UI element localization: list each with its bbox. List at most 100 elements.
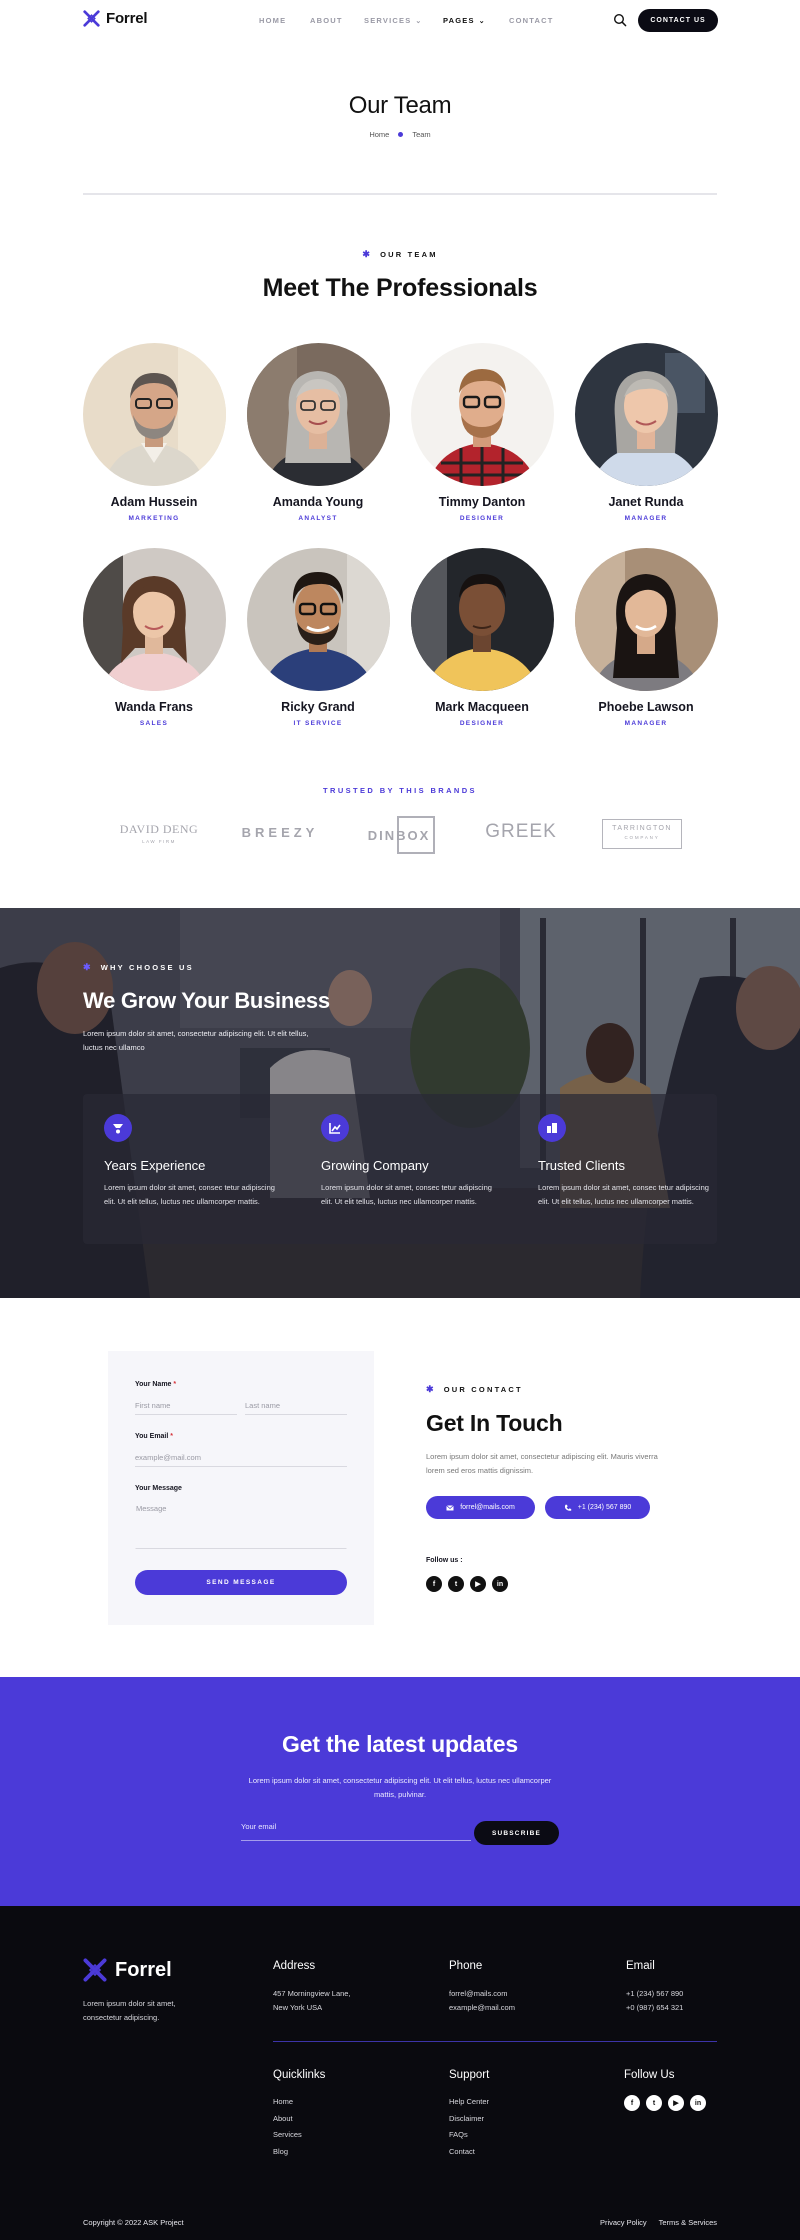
subscribe-button[interactable]: SUBSCRIBE <box>474 1821 559 1845</box>
team-member-card[interactable]: Phoebe Lawson MANAGER <box>566 548 726 727</box>
member-role: DESIGNER <box>459 515 505 522</box>
follow-us-label: Follow us : <box>426 1557 463 1564</box>
send-message-button[interactable]: SEND MESSAGE <box>135 1570 347 1595</box>
team-tag-label: OUR TEAM <box>380 250 438 259</box>
member-role: MANAGER <box>624 515 668 522</box>
team-section-tag: ✱ OUR TEAM <box>0 249 800 260</box>
address-line: New York USA <box>273 2003 323 2012</box>
footer-logo[interactable]: Forrel <box>83 1958 172 1982</box>
footer-link-faqs[interactable]: FAQs <box>449 2130 489 2139</box>
breadcrumb-home[interactable]: Home <box>369 130 389 139</box>
message-textarea[interactable] <box>135 1503 347 1549</box>
team-member-card[interactable]: Wanda Frans SALES <box>74 548 234 727</box>
last-name-input[interactable] <box>245 1401 347 1415</box>
team-member-card[interactable]: Adam Hussein MARKETING <box>74 343 234 522</box>
nav-home[interactable]: HOME <box>259 16 310 25</box>
footer-link-disclaimer[interactable]: Disclaimer <box>449 2114 489 2123</box>
footer-link-help-center[interactable]: Help Center <box>449 2097 489 2106</box>
nav-services[interactable]: SERVICES ⌄ <box>364 16 443 25</box>
facebook-icon[interactable]: f <box>624 2095 640 2111</box>
star-icon: ✱ <box>362 249 373 259</box>
contact-tag-label: OUR CONTACT <box>443 1385 523 1394</box>
footer-link-services[interactable]: Services <box>273 2130 302 2139</box>
address-title: Address <box>273 1960 316 1972</box>
nav-pages-label: PAGES <box>443 16 475 25</box>
feature-text: Lorem ipsum dolor sit amet, consec tetur… <box>321 1183 492 1206</box>
email-line[interactable]: +0 (987) 654 321 <box>626 2001 683 2015</box>
footer-link-blog[interactable]: Blog <box>273 2147 302 2156</box>
member-photo <box>246 343 390 486</box>
search-icon[interactable] <box>613 13 627 27</box>
footer-social-links: f t ▶ in <box>624 2095 706 2111</box>
email-line[interactable]: +1 (234) 567 890 <box>626 1987 683 2001</box>
nav-home-label: HOME <box>259 16 287 25</box>
brand-logo-david-deng: DAVID DENG LAW FIRM <box>117 822 201 844</box>
member-photo <box>410 548 554 691</box>
member-photo <box>574 343 718 486</box>
chevron-down-icon: ⌄ <box>478 17 486 25</box>
divider <box>83 193 717 195</box>
phone-line[interactable]: forrel@mails.com <box>449 1987 515 2001</box>
footer-link-home[interactable]: Home <box>273 2097 302 2106</box>
breadcrumb: Home Team <box>0 130 800 139</box>
twitter-icon[interactable]: t <box>646 2095 662 2111</box>
message-label: Your Message <box>135 1485 182 1492</box>
youtube-icon[interactable]: ▶ <box>470 1576 486 1592</box>
site-footer: Forrel Lorem ipsum dolor sit amet, conse… <box>0 1906 800 2240</box>
terms-link[interactable]: Terms & Services <box>659 2218 717 2227</box>
name-label-text: Your Name <box>135 1381 172 1388</box>
linkedin-icon[interactable]: in <box>690 2095 706 2111</box>
brand-logo-tarrington: TARRINGTON COMPANY <box>602 819 682 849</box>
member-photo <box>574 548 718 691</box>
footer-link-about[interactable]: About <box>273 2114 302 2123</box>
contact-us-button[interactable]: CONTACT US <box>638 9 718 32</box>
nav-contact-label: CONTACT <box>509 16 554 25</box>
nav-pages[interactable]: PAGES ⌄ <box>443 16 509 25</box>
nav-services-label: SERVICES <box>364 16 412 25</box>
member-role: MARKETING <box>128 515 180 522</box>
feature-card: Growing Company Lorem ipsum dolor sit am… <box>321 1114 501 1209</box>
team-member-card[interactable]: Ricky Grand IT SERVICE <box>238 548 398 727</box>
required-mark: * <box>170 1433 174 1440</box>
why-subtitle: Lorem ipsum dolor sit amet, consectetur … <box>83 1029 309 1052</box>
feature-card: Years Experience Lorem ipsum dolor sit a… <box>104 1114 284 1209</box>
experience-icon <box>104 1114 132 1142</box>
newsletter-email-input[interactable] <box>241 1822 471 1841</box>
phone-text: forrel@mails.com example@mail.com <box>449 1987 515 2015</box>
team-member-card[interactable]: Amanda Young ANALYST <box>238 343 398 522</box>
feature-card: Trusted Clients Lorem ipsum dolor sit am… <box>538 1114 718 1209</box>
twitter-icon[interactable]: t <box>448 1576 464 1592</box>
email-title: Email <box>626 1960 655 1972</box>
team-member-card[interactable]: Mark Macqueen DESIGNER <box>402 548 562 727</box>
copyright-text: Copyright © 2022 ASK Project <box>83 2218 184 2227</box>
name-label: Your Name * <box>135 1381 176 1388</box>
brand-sub: COMPANY <box>624 835 660 840</box>
team-member-card[interactable]: Janet Runda MANAGER <box>566 343 726 522</box>
email-input[interactable] <box>135 1453 347 1467</box>
facebook-icon[interactable]: f <box>426 1576 442 1592</box>
follow-us-title: Follow Us <box>624 2069 675 2081</box>
first-name-input[interactable] <box>135 1401 237 1415</box>
brand-logo-breezy: BREEZY <box>241 825 319 840</box>
required-mark: * <box>173 1381 177 1388</box>
newsletter-heading: Get the latest updates <box>282 1731 518 1757</box>
brand-sub: LAW FIRM <box>142 839 176 844</box>
phone-line[interactable]: example@mail.com <box>449 2001 515 2015</box>
nav-contact[interactable]: CONTACT <box>509 16 554 25</box>
phone-icon <box>564 1504 571 1511</box>
privacy-policy-link[interactable]: Privacy Policy <box>600 2218 647 2227</box>
member-name: Ricky Grand <box>281 700 355 714</box>
footer-link-contact[interactable]: Contact <box>449 2147 489 2156</box>
nav-about[interactable]: ABOUT <box>310 16 364 25</box>
contact-form: Your Name * You Email * Your Message SEN… <box>108 1351 374 1625</box>
phone-pill-button[interactable]: +1 (234) 567 890 <box>545 1496 650 1519</box>
linkedin-icon[interactable]: in <box>492 1576 508 1592</box>
site-logo[interactable]: Forrel <box>83 10 148 27</box>
youtube-icon[interactable]: ▶ <box>668 2095 684 2111</box>
email-pill-button[interactable]: forrel@mails.com <box>426 1496 535 1519</box>
star-icon: ✱ <box>83 962 93 972</box>
team-member-card[interactable]: Timmy Danton DESIGNER <box>402 343 562 522</box>
email-text: +1 (234) 567 890 +0 (987) 654 321 <box>626 1987 683 2015</box>
newsletter-section: Get the latest updates Lorem ipsum dolor… <box>0 1677 800 1906</box>
footer-logo-text: Forrel <box>115 1958 172 1981</box>
